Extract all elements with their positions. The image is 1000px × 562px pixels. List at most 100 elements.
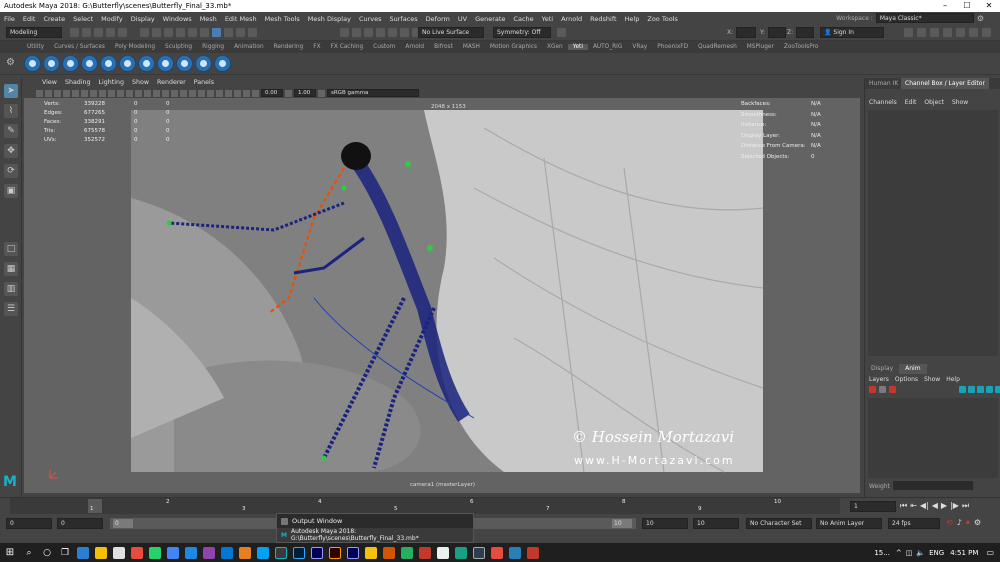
shelf-tab-zootoolspro[interactable]: ZooToolsPro [779, 44, 824, 50]
notepad-icon[interactable] [437, 546, 449, 559]
shadows-icon[interactable] [180, 89, 187, 97]
key-weight-icon[interactable] [995, 386, 1000, 393]
settings-icon[interactable]: ⚙ [977, 14, 984, 23]
go-to-start-icon[interactable]: ⏮ [900, 501, 907, 511]
snap-curve-icon[interactable] [236, 28, 245, 37]
clock[interactable]: 4:51 PM [950, 549, 978, 557]
word-icon[interactable] [509, 546, 521, 559]
move-layer-down-icon[interactable] [968, 386, 975, 393]
yeti-shelf-icon-5[interactable] [100, 55, 117, 72]
time-slider[interactable]: 1 2 3 4 5 6 7 8 9 10 1 ⏮ ⇤ ◀| ◀ ▶ |▶ ⏭ [0, 497, 1000, 514]
store-icon[interactable] [113, 546, 125, 559]
gamma-icon[interactable] [285, 89, 292, 97]
outliner-layout-icon[interactable]: ☰ [4, 302, 18, 316]
outliner-toggle-icon[interactable] [956, 28, 965, 37]
isolate-select-icon[interactable] [216, 89, 223, 97]
shelf-tab-phoenixfd[interactable]: PhoenixFD [652, 44, 693, 50]
x-field[interactable] [736, 27, 756, 38]
menu-display[interactable]: Display [127, 15, 159, 23]
menu-cb-show[interactable]: Show [952, 99, 968, 109]
panel-menu-lighting[interactable]: Lighting [95, 79, 128, 86]
gear-settings-icon[interactable] [982, 28, 991, 37]
shelf-tab-arnold[interactable]: Arnold [400, 44, 429, 50]
xray-components-icon[interactable] [243, 89, 250, 97]
start-time-field[interactable]: 0 [6, 518, 52, 529]
live-surface-field[interactable]: No Live Surface [418, 27, 484, 38]
workspace-dropdown[interactable]: Maya Classic* [875, 13, 974, 23]
output-window-popup[interactable]: Output Window M Autodesk Maya 2018: G:\B… [276, 513, 474, 543]
step-back-icon[interactable]: ◀| [920, 501, 929, 511]
select-layer-icon[interactable] [977, 386, 984, 393]
sign-in-button[interactable]: 👤 Sign In [820, 27, 884, 38]
skype-icon[interactable] [257, 546, 269, 559]
motion-blur-icon[interactable] [198, 89, 205, 97]
panel-menu-renderer[interactable]: Renderer [153, 79, 190, 86]
menu-yeti[interactable]: Yeti [538, 15, 557, 23]
snap-grid-icon[interactable] [224, 28, 233, 37]
maya-taskbar-icon[interactable] [275, 546, 287, 559]
yeti-shelf-icon-7[interactable] [138, 55, 155, 72]
menu-layer-show[interactable]: Show [924, 376, 940, 383]
language-indicator[interactable]: ENG [929, 549, 944, 557]
opera-icon[interactable] [131, 546, 143, 559]
auto-key-icon[interactable]: ⏺ [966, 518, 970, 528]
select-object-icon[interactable] [152, 28, 161, 37]
select-component-icon[interactable] [164, 28, 173, 37]
bookmark-icon[interactable] [54, 89, 61, 97]
menu-mesh[interactable]: Mesh [196, 15, 221, 23]
shelf-tab-xgen[interactable]: XGen [542, 44, 568, 50]
close-button[interactable]: ✕ [978, 0, 1000, 12]
new-layer-icon[interactable] [869, 386, 876, 393]
layer-editor-toggle-icon[interactable] [969, 28, 978, 37]
xray-icon[interactable] [225, 89, 232, 97]
zero-weight-icon[interactable] [986, 386, 993, 393]
menu-object[interactable]: Object [924, 99, 944, 109]
yeti-shelf-icon-2[interactable] [43, 55, 60, 72]
bounding-box-icon[interactable] [153, 89, 160, 97]
maximize-button[interactable]: ☐ [956, 0, 978, 12]
snap-view-icon[interactable] [340, 28, 349, 37]
camera-attributes-icon[interactable] [45, 89, 52, 97]
mask-edge-icon[interactable] [188, 28, 197, 37]
whatsapp-icon[interactable] [149, 546, 161, 559]
menu-channels[interactable]: Channels [869, 99, 897, 109]
maya-secondary-icon[interactable] [473, 546, 485, 559]
shelf-settings-icon[interactable]: ⚙ [6, 57, 15, 68]
menu-set-dropdown[interactable]: Modeling [6, 27, 62, 38]
shelf-tab-curves-surfaces[interactable]: Curves / Surfaces [49, 44, 110, 50]
blender-icon[interactable] [383, 546, 395, 559]
cortana-icon[interactable]: ○ [38, 548, 56, 558]
range-handle-end[interactable]: 10 [612, 519, 632, 528]
safe-title-icon[interactable] [126, 89, 133, 97]
menu-zoo-tools[interactable]: Zoo Tools [643, 15, 682, 23]
autodesk-icon[interactable] [419, 546, 431, 559]
viewport[interactable]: Verts: 339228 0 0 Edges: 677265 0 0 Face… [24, 98, 860, 493]
snap-surface-icon[interactable] [352, 28, 361, 37]
shelf-tab-animation[interactable]: Animation [229, 44, 269, 50]
select-tool-icon[interactable]: ➤ [4, 84, 18, 98]
yeti-shelf-icon-3[interactable] [62, 55, 79, 72]
menu-generate[interactable]: Generate [471, 15, 509, 23]
four-pane-icon[interactable]: ▦ [4, 262, 18, 276]
panel-menu-view[interactable]: View [38, 79, 61, 86]
smooth-shade-icon[interactable] [144, 89, 151, 97]
menu-cache[interactable]: Cache [509, 15, 537, 23]
menu-arnold[interactable]: Arnold [557, 15, 586, 23]
anim-layer-dropdown[interactable]: No Anim Layer [816, 518, 882, 529]
tab-channel-box[interactable]: Channel Box / Layer Editor [901, 78, 989, 89]
modeling-toolkit-icon[interactable] [904, 28, 913, 37]
minimize-button[interactable]: – [934, 0, 956, 12]
media-icon[interactable] [527, 546, 539, 559]
yeti-shelf-icon-11[interactable] [214, 55, 231, 72]
exposure-icon[interactable] [252, 89, 259, 97]
shelf-tab-sculpting[interactable]: Sculpting [160, 44, 197, 50]
shelf-tab-mspluger[interactable]: MSPluger [742, 44, 779, 50]
acrobat-icon[interactable] [491, 546, 503, 559]
panel-menu-panels[interactable]: Panels [190, 79, 218, 86]
move-layer-up-icon[interactable] [959, 386, 966, 393]
attribute-editor-icon[interactable] [917, 28, 926, 37]
zbrush-icon[interactable] [455, 546, 467, 559]
menu-select[interactable]: Select [69, 15, 97, 23]
paint-select-icon[interactable]: ✎ [4, 124, 18, 138]
shelf-tab-yeti[interactable]: Yeti [567, 44, 588, 50]
